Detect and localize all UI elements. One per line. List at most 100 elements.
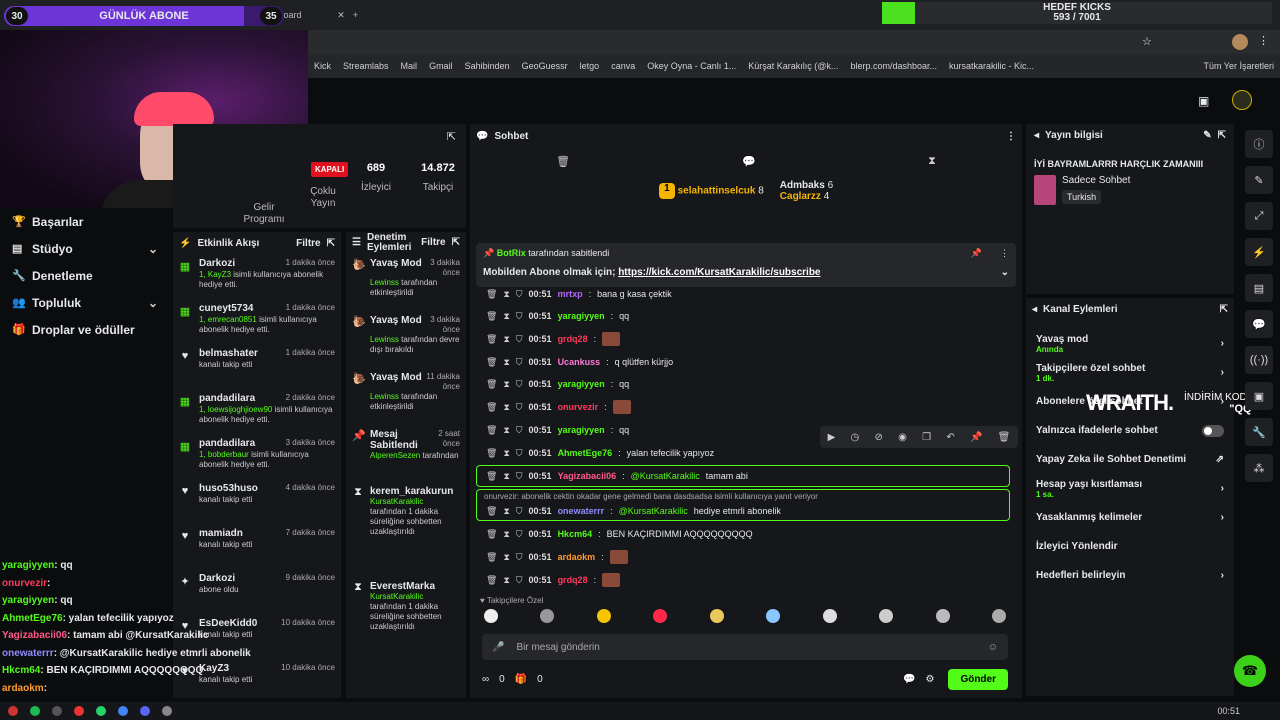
chat-message[interactable]: 🗑 ⧗ ⛉ 00:51 Yagizabacii06: @KursatKarakilic ta… xyxy=(486,466,748,486)
trash-icon[interactable]: 🗑 xyxy=(486,334,497,345)
activity-user[interactable]: pandadilara xyxy=(199,393,255,404)
trash-icon[interactable]: 🗑 xyxy=(486,289,497,300)
message-username[interactable]: ardaokm xyxy=(558,552,596,562)
trash-icon[interactable]: 🗑 xyxy=(486,402,497,413)
emote-icon[interactable] xyxy=(653,609,668,623)
app-icon[interactable] xyxy=(8,706,18,716)
moderator-name[interactable]: Lewinss xyxy=(370,392,399,401)
expand-icon[interactable]: ⤢ xyxy=(1245,202,1273,230)
emote-icon[interactable] xyxy=(822,609,837,623)
unpin-icon[interactable]: 📌 xyxy=(971,248,982,259)
popout-icon[interactable]: ⇱ xyxy=(1220,304,1228,315)
new-tab-icon[interactable]: + xyxy=(353,10,358,20)
tab-close-icon[interactable]: ✕ xyxy=(337,10,345,21)
chrome-icon[interactable] xyxy=(118,706,128,716)
emote-icon[interactable] xyxy=(540,609,555,623)
pinned-message[interactable]: 📌 BotRix tarafından sabitlendi ⋮ 📌 Mobil… xyxy=(476,243,1016,287)
chat-message[interactable]: 🗑 ⧗ ⛉ 00:51 ardaokm: xyxy=(486,547,628,567)
moderator-name[interactable]: AlperenSezen xyxy=(370,451,420,460)
hourglass-icon[interactable]: ⧗ xyxy=(503,357,509,368)
sidebar-item-studio[interactable]: ▤ Stüdyo ⌄ xyxy=(0,235,172,262)
chat-input[interactable]: 🎤 Bir mesaj gönderin ☺ xyxy=(482,634,1008,660)
pin-icon[interactable]: 📌 xyxy=(970,432,982,443)
chat-message[interactable]: 🗑 ⧗ ⛉ 00:51 Hkcm64: BEN KAÇIRDIMMI AQQQQQQQQQ xyxy=(486,524,753,544)
bookmark-item[interactable]: Okey Oyna - Canlı 1... xyxy=(641,61,742,71)
moderator-name[interactable]: KursatKarakilic xyxy=(370,497,423,506)
play-icon[interactable]: ▶ xyxy=(828,432,836,443)
chat-message[interactable]: 🗑 ⧗ ⛉ 00:51 mrtxp: bana g kasa çektik xyxy=(486,284,672,304)
sidebar-item-drops[interactable]: 🎁 Droplar ve ödüller xyxy=(0,316,172,343)
pinned-menu-icon[interactable]: ⋮ xyxy=(1000,248,1009,259)
bookmark-item[interactable]: Streamlabs xyxy=(337,61,395,71)
trash-icon[interactable]: 🗑 xyxy=(486,311,497,322)
app-icon[interactable] xyxy=(52,706,62,716)
emote-icon[interactable] xyxy=(935,609,950,623)
trash-icon[interactable]: 🗑 xyxy=(486,506,497,517)
filter-button[interactable]: Filtre xyxy=(421,238,445,248)
multistream-label[interactable]: Çoklu Yayın xyxy=(305,186,341,210)
chat-message[interactable]: 🗑 ⧗ ⛉ 00:51 onewaterrr: @KursatKarakilic hediy… xyxy=(486,501,781,521)
channel-action-item[interactable]: Yapay Zeka ile Sohbet Denetimi ⇗ xyxy=(1032,445,1228,474)
hourglass-icon[interactable]: ⧗ xyxy=(503,471,509,482)
send-button[interactable]: Gönder xyxy=(948,668,1008,690)
external-link-icon[interactable]: ⇗ xyxy=(1216,454,1224,465)
chevron-left-icon[interactable]: ◂ xyxy=(1032,304,1037,315)
message-username[interactable]: yaragiyyen xyxy=(558,311,605,321)
help-button[interactable]: ☎ xyxy=(1234,655,1266,687)
moderator-name[interactable]: Lewinss xyxy=(370,278,399,287)
hourglass-icon[interactable]: ⧗ xyxy=(503,379,509,390)
clock-icon[interactable]: ◷ xyxy=(851,432,860,443)
emote-only-toggle[interactable] xyxy=(1202,424,1224,437)
activity-user[interactable]: pandadilara xyxy=(199,438,255,449)
message-username[interactable]: onewaterrr xyxy=(558,506,605,516)
sidebar-item-achievements[interactable]: 🏆 Başarılar xyxy=(0,208,172,235)
chat-menu-icon[interactable]: ⋮ xyxy=(1006,131,1016,142)
emote-icon[interactable] xyxy=(766,609,781,623)
bolt-icon[interactable]: ⚡ xyxy=(1245,238,1273,266)
hourglass-icon[interactable]: ⧗ xyxy=(503,552,509,563)
trash-icon[interactable]: 🗑 xyxy=(486,552,497,563)
chat-message[interactable]: 🗑 ⧗ ⛉ 00:51 yaragiyyen: qq xyxy=(486,420,629,440)
channel-action-item[interactable]: Yalnızca ifadelerle sohbet xyxy=(1032,416,1228,445)
chat-message[interactable]: 🗑 ⧗ ⛉ 00:51 grdq28: xyxy=(486,329,621,349)
message-username[interactable]: onurvezir xyxy=(558,402,599,412)
message-mention[interactable]: @KursatKarakilic xyxy=(631,471,700,481)
trash-icon[interactable]: 🗑 xyxy=(486,529,497,540)
popout-icon[interactable]: ⇱ xyxy=(452,238,460,248)
trash-icon[interactable]: 🗑 xyxy=(486,357,497,368)
emote-icon[interactable] xyxy=(991,609,1006,623)
moderator-name[interactable]: Lewinss xyxy=(370,335,399,344)
bookmark-item[interactable]: canva xyxy=(605,61,641,71)
channel-action-item[interactable]: Hesap yaşı kısıtlaması 1 sa. › xyxy=(1032,474,1228,503)
emoji-icon[interactable]: ☺ xyxy=(988,642,998,653)
chat-message[interactable]: 🗑 ⧗ ⛉ 00:51 grdq28: xyxy=(486,570,621,590)
channel-action-item[interactable]: Hedefleri belirleyin › xyxy=(1032,561,1228,590)
popout-icon[interactable]: ⇱ xyxy=(1218,130,1226,141)
bookmark-item[interactable]: Kick xyxy=(308,61,337,71)
bookmark-item[interactable]: Mail xyxy=(395,61,424,71)
sidebar-item-moderation[interactable]: 🔧 Denetleme xyxy=(0,262,172,289)
wrench-icon[interactable]: 🔧 xyxy=(1245,418,1273,446)
user-avatar[interactable] xyxy=(1232,90,1252,110)
hourglass-icon[interactable]: ⧗ xyxy=(503,334,509,345)
channel-action-item[interactable]: Takipçilere özel sohbet 1 dk. › xyxy=(1032,358,1228,387)
emote-icon[interactable] xyxy=(484,609,498,623)
reply-icon[interactable]: ↶ xyxy=(946,432,954,443)
message-username[interactable]: Hkcm64 xyxy=(558,529,593,539)
edit-icon[interactable]: ✎ xyxy=(1203,130,1211,141)
message-username[interactable]: yaragiyyen xyxy=(558,379,605,389)
message-username[interactable]: grdq28 xyxy=(558,334,588,344)
popout-icon[interactable]: ⇱ xyxy=(327,238,335,249)
message-mention[interactable]: @KursatKarakilic xyxy=(619,506,688,516)
hourglass-icon[interactable]: ⧗ xyxy=(503,425,509,436)
menu-icon[interactable]: ⋮ xyxy=(1258,34,1269,47)
activity-user[interactable]: Darkozi xyxy=(199,258,235,269)
gift-icon[interactable]: 🎁 xyxy=(515,674,527,685)
apps-icon[interactable]: ⁂ xyxy=(1245,454,1273,482)
clipboard-icon[interactable]: ▤ xyxy=(1245,274,1273,302)
bookmark-item[interactable]: kursatkarakilic - Kic... xyxy=(943,61,1040,71)
hourglass-icon[interactable]: ⧗ xyxy=(503,289,509,300)
pinned-link[interactable]: https://kick.com/KursatKarakilic/subscri… xyxy=(618,267,820,278)
screen-icon[interactable]: ▣ xyxy=(1198,94,1209,108)
filter-button[interactable]: Filtre xyxy=(296,238,320,249)
